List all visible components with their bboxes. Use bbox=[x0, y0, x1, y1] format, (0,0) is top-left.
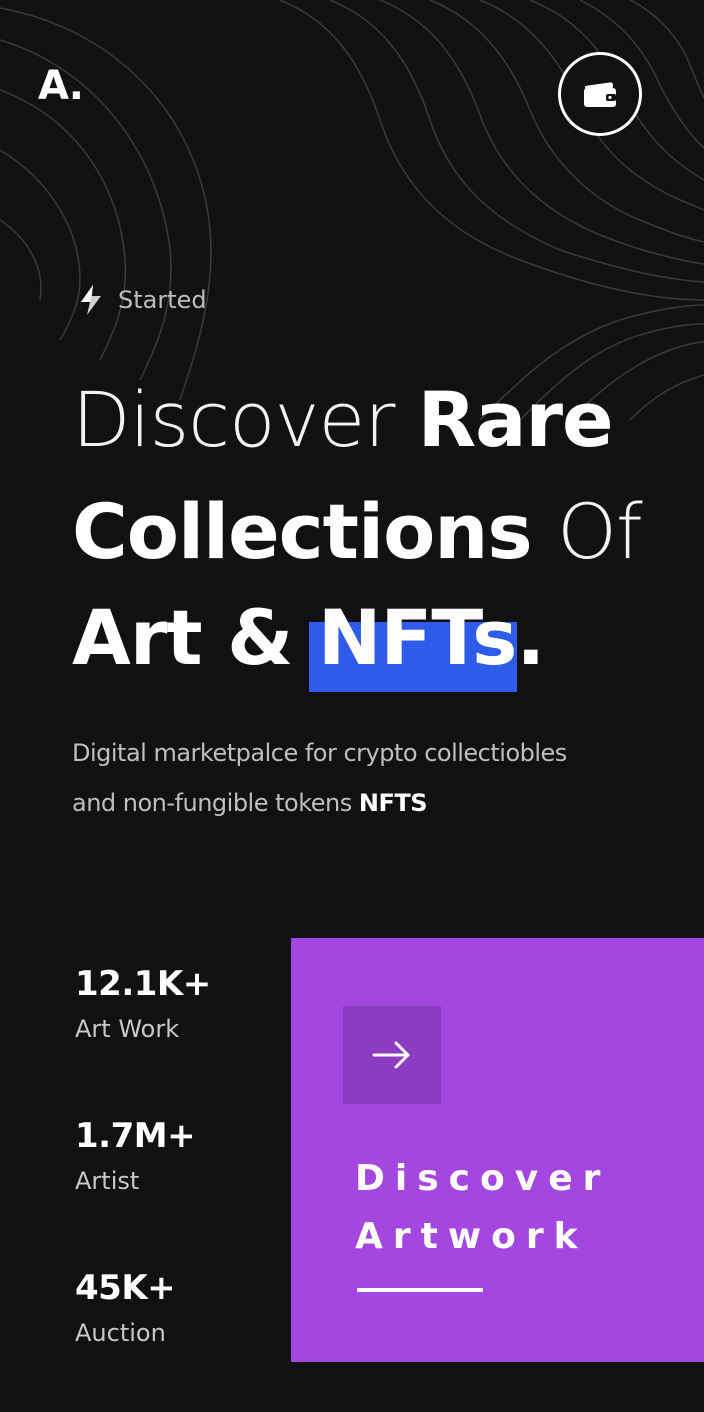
headline-discover: Discover bbox=[72, 375, 418, 464]
headline-line-3: Art & NFTs. bbox=[72, 588, 545, 688]
discover-artwork-card[interactable]: Discover Artwork bbox=[291, 938, 704, 1362]
discover-underline bbox=[357, 1288, 483, 1292]
stat-value: 45K+ bbox=[75, 1268, 176, 1308]
lightning-icon bbox=[81, 285, 101, 315]
description-line-1: Digital marketpalce for crypto collectio… bbox=[72, 739, 567, 767]
started-label: Started bbox=[118, 286, 207, 314]
headline-of: Of bbox=[557, 487, 643, 576]
stat-auction: 45K+ Auction bbox=[75, 1268, 176, 1350]
headline-art-nfts: Art & NFTs. bbox=[72, 593, 545, 682]
wallet-button[interactable] bbox=[558, 52, 642, 136]
started-eyebrow: Started bbox=[78, 284, 207, 316]
headline-rare: Rare bbox=[417, 375, 614, 464]
hero-headline: Discover Rare Collections Of bbox=[72, 364, 692, 588]
stat-value: 1.7M+ bbox=[75, 1116, 196, 1156]
stat-value: 12.1K+ bbox=[75, 964, 211, 1004]
brand-logo[interactable]: A. bbox=[38, 66, 84, 106]
description-nfts: NFTS bbox=[358, 789, 428, 817]
headline-line-1: Discover Rare bbox=[72, 364, 692, 476]
stat-label: Artist bbox=[75, 1167, 140, 1195]
discover-artwork-label[interactable]: Discover Artwork bbox=[355, 1150, 610, 1266]
description-line-2-text: and non-fungible tokens bbox=[72, 789, 359, 817]
discover-arrow-button[interactable] bbox=[343, 1006, 441, 1104]
discover-label-line-2: Artwork bbox=[355, 1216, 588, 1257]
landing-page: A. Started Discover Rare Collections Of … bbox=[0, 0, 704, 1412]
stat-label: Auction bbox=[75, 1319, 166, 1347]
arrow-right-icon bbox=[372, 1041, 410, 1069]
wallet-icon bbox=[584, 82, 616, 107]
headline-collections: Collections bbox=[72, 487, 558, 576]
description-line-2: and non-fungible tokens NFTS bbox=[72, 778, 652, 828]
stat-artwork: 12.1K+ Art Work bbox=[75, 964, 211, 1046]
stat-label: Art Work bbox=[75, 1015, 180, 1043]
stat-artist: 1.7M+ Artist bbox=[75, 1116, 196, 1198]
headline-line-2: Collections Of bbox=[72, 476, 692, 588]
hero-description: Digital marketpalce for crypto collectio… bbox=[72, 728, 652, 828]
discover-label-line-1: Discover bbox=[355, 1158, 611, 1199]
